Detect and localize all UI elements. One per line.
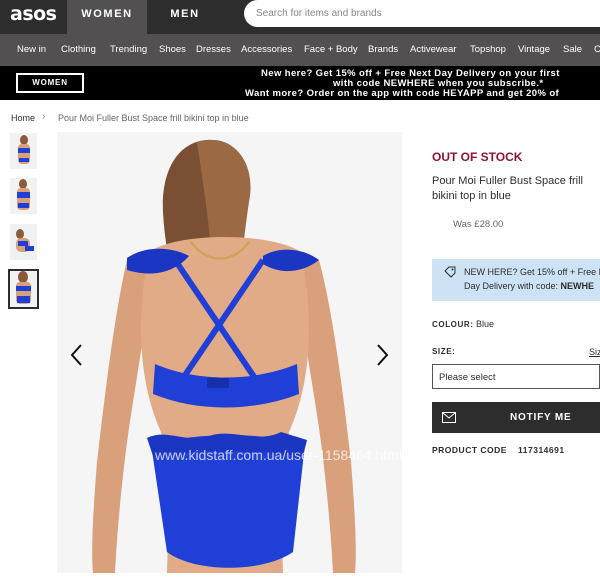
product-code-label: PRODUCT CODE	[432, 445, 507, 455]
size-select-value: Please select	[439, 372, 496, 383]
promo-text-prefix: Day Delivery with code:	[464, 281, 561, 291]
tab-men[interactable]: MEN	[147, 0, 223, 34]
chevron-right-icon[interactable]	[372, 342, 392, 368]
breadcrumb-home[interactable]: Home	[11, 113, 35, 123]
thumbnail-4-active[interactable]	[8, 269, 39, 309]
promo-bar[interactable]: WOMEN New here? Get 15% off + Free Next …	[0, 66, 600, 100]
thumbnail-2-image	[10, 178, 37, 214]
nav-item-face-body[interactable]: Face + Body	[304, 44, 358, 55]
size-label: SIZE:	[432, 347, 456, 356]
product-code-value: 117314691	[518, 445, 565, 455]
nav-item-sale[interactable]: Sale	[563, 44, 582, 55]
notify-me-button[interactable]: NOTIFY ME	[432, 402, 600, 433]
thumbnail-3-image	[10, 224, 37, 260]
promo-line-3: Want more? Order on the app with code HE…	[245, 88, 560, 99]
thumbnail-2[interactable]	[10, 178, 37, 214]
promo-text-line-2: Day Delivery with code: NEWHE	[464, 281, 594, 291]
promo-text-line-1: NEW HERE? Get 15% off + Free N	[464, 267, 600, 277]
mail-icon	[442, 412, 456, 423]
product-title: Pour Moi Fuller Bust Space frill bikini …	[432, 175, 583, 202]
thumbnail-1-image	[10, 133, 37, 169]
tag-icon	[444, 266, 456, 278]
watermark: www.kidstaff.com.ua/user-1158464.html	[155, 447, 402, 463]
women-button[interactable]: WOMEN	[16, 73, 84, 93]
notify-me-label: NOTIFY ME	[510, 412, 572, 423]
nav-item-vintage[interactable]: Vintage	[518, 44, 550, 55]
category-nav: New in Clothing Trending Shoes Dresses A…	[0, 34, 600, 66]
nav-item-dresses[interactable]: Dresses	[196, 44, 231, 55]
nav-item-activewear[interactable]: Activewear	[410, 44, 456, 55]
thumbnail-4-image	[10, 271, 37, 307]
size-select[interactable]: Please select	[432, 364, 600, 389]
colour-row: COLOUR: Blue	[432, 319, 494, 329]
new-customer-promo[interactable]: NEW HERE? Get 15% off + Free N Day Deliv…	[432, 259, 600, 301]
top-bar: asos WOMEN MEN Search for items and bran…	[0, 0, 600, 34]
bikini-model-photo	[57, 132, 402, 573]
tab-women[interactable]: WOMEN	[67, 0, 147, 34]
nav-item-brands[interactable]: Brands	[368, 44, 398, 55]
main-product-image[interactable]: www.kidstaff.com.ua/user-1158464.html	[57, 132, 402, 573]
stock-status: OUT OF STOCK	[432, 150, 523, 164]
nav-item-trending[interactable]: Trending	[110, 44, 147, 55]
was-price: Was £28.00	[453, 219, 504, 230]
size-guide-link[interactable]: Siz	[589, 347, 600, 357]
nav-item-new-in[interactable]: New in	[17, 44, 46, 55]
nav-item-clothing[interactable]: Clothing	[61, 44, 96, 55]
nav-item-more[interactable]: C	[594, 44, 600, 55]
search-input[interactable]: Search for items and brands	[244, 0, 600, 27]
asos-logo[interactable]: asos	[10, 3, 57, 25]
nav-item-accessories[interactable]: Accessories	[241, 44, 292, 55]
thumbnail-3[interactable]	[10, 224, 37, 260]
search-placeholder: Search for items and brands	[256, 8, 382, 19]
chevron-left-icon[interactable]	[67, 342, 87, 368]
promo-code: NEWHE	[560, 281, 595, 291]
breadcrumb-separator: ›	[42, 111, 46, 122]
nav-item-shoes[interactable]: Shoes	[159, 44, 186, 55]
thumbnail-1[interactable]	[10, 133, 37, 169]
colour-value: Blue	[476, 319, 495, 329]
nav-item-topshop[interactable]: Topshop	[470, 44, 506, 55]
colour-label: COLOUR:	[432, 320, 474, 329]
breadcrumb-current[interactable]: Pour Moi Fuller Bust Space frill bikini …	[58, 113, 249, 123]
